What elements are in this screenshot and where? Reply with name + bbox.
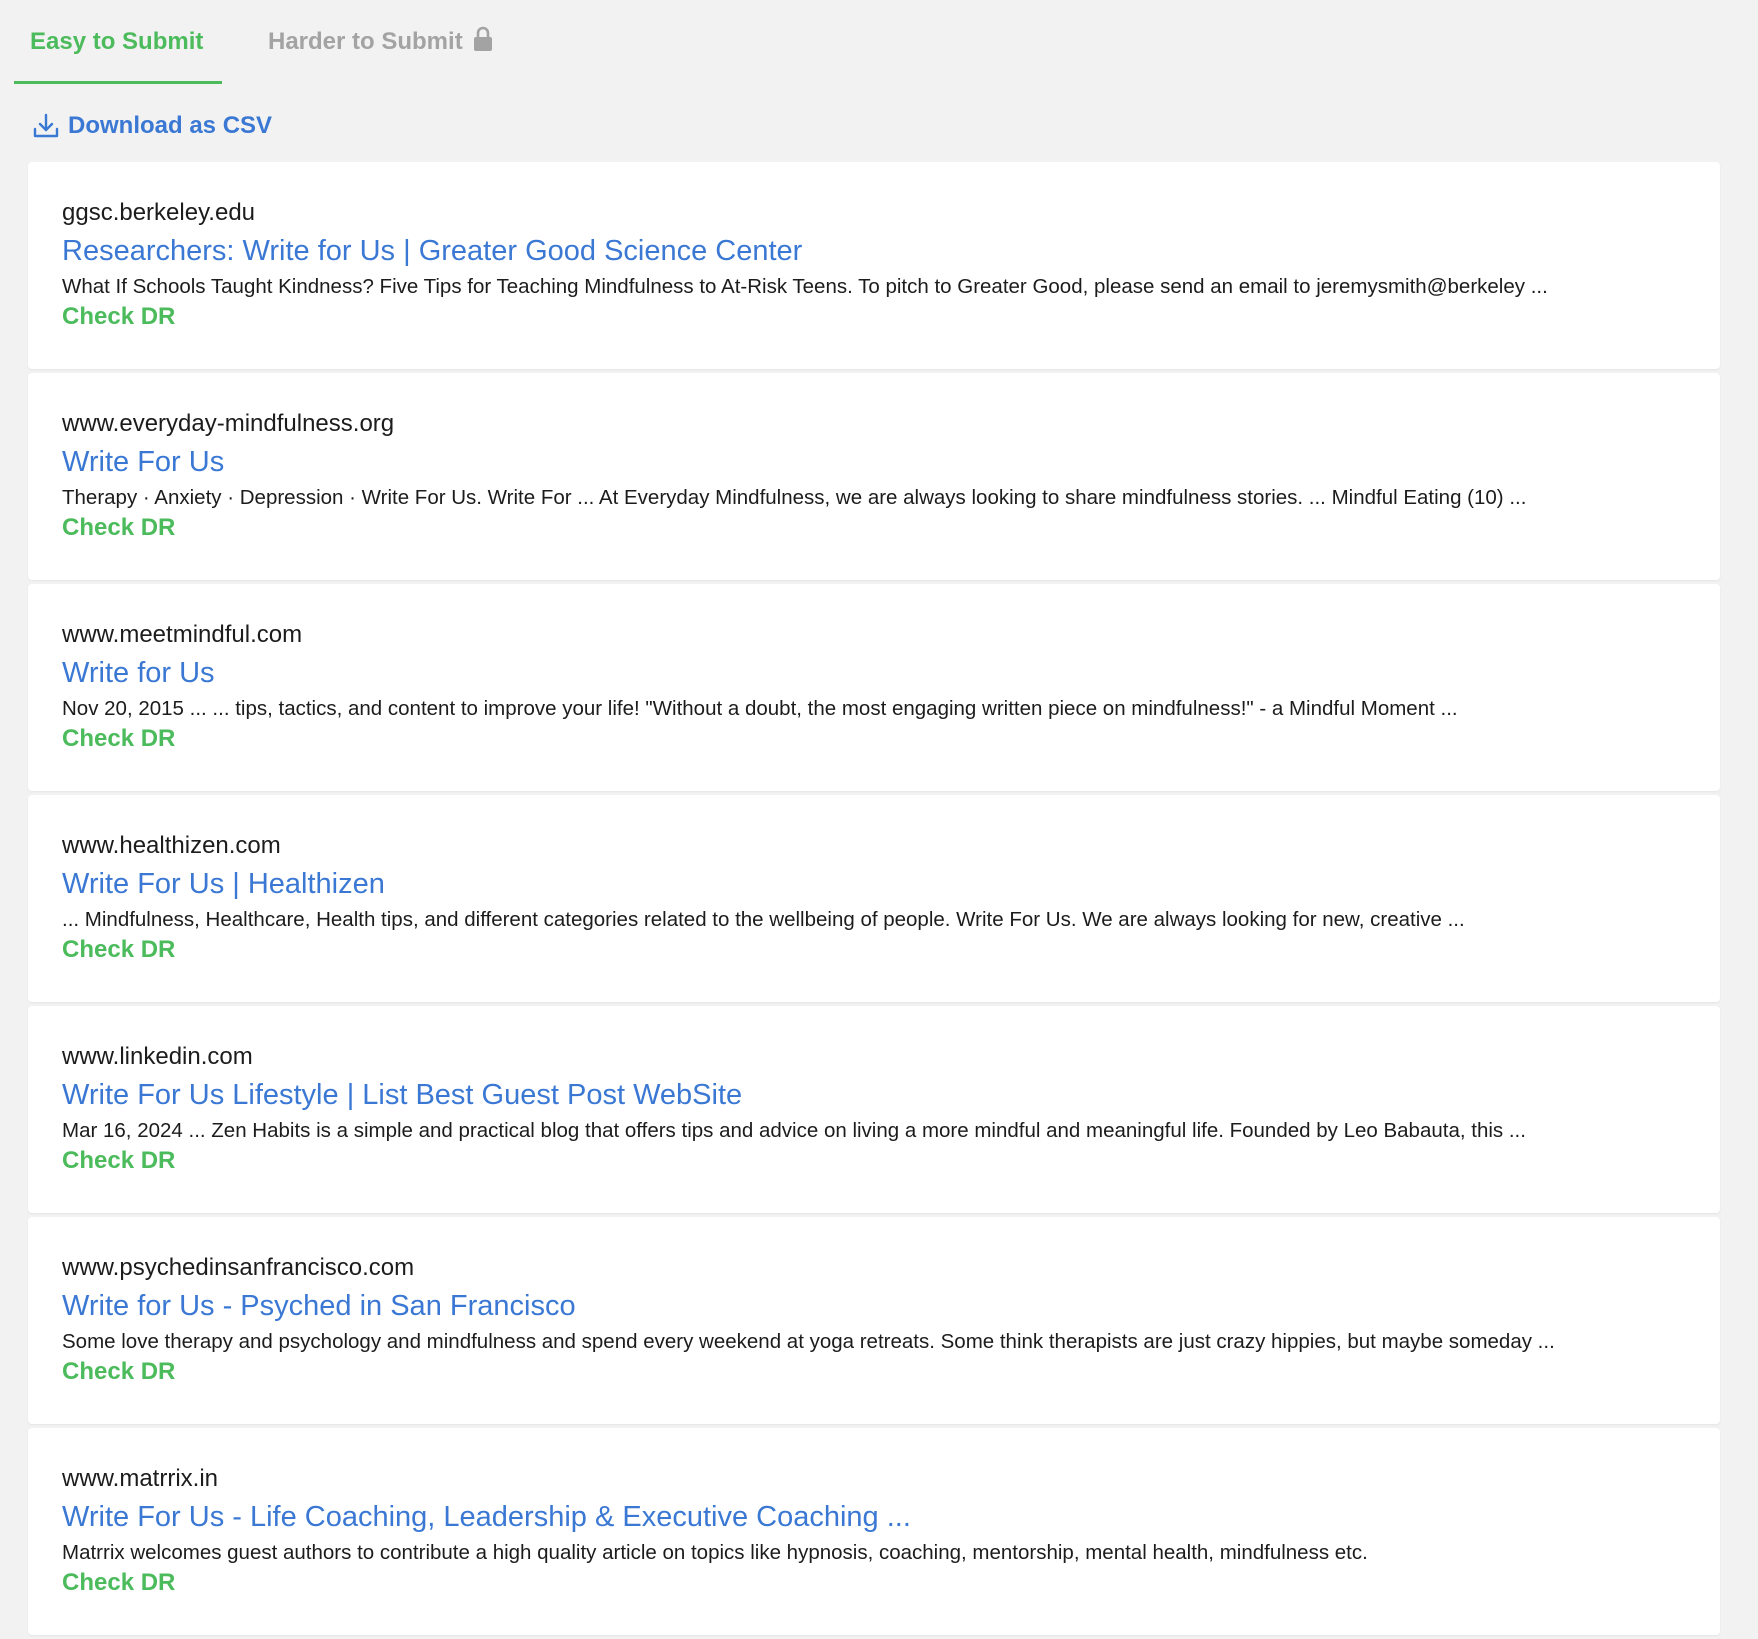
results-list: ggsc.berkeley.edu Researchers: Write for… — [28, 162, 1720, 1639]
result-domain: www.healthizen.com — [62, 832, 281, 859]
check-dr-link[interactable]: Check DR — [62, 302, 175, 332]
check-dr-link[interactable]: Check DR — [62, 1357, 175, 1387]
tab-harder-to-submit-label: Harder to Submit — [268, 28, 463, 55]
result-domain: www.psychedinsanfrancisco.com — [62, 1254, 415, 1281]
check-dr-link[interactable]: Check DR — [62, 513, 175, 543]
check-dr-link[interactable]: Check DR — [62, 935, 175, 965]
result-card: www.linkedin.com Write For Us Lifestyle … — [28, 1006, 1720, 1213]
result-title-link[interactable]: Researchers: Write for Us | Greater Good… — [62, 232, 1686, 270]
result-title-link[interactable]: Write For Us | Healthizen — [62, 865, 1686, 903]
check-dr-link[interactable]: Check DR — [62, 1146, 175, 1176]
result-domain: ggsc.berkeley.edu — [62, 199, 256, 226]
result-title-link[interactable]: Write For Us - Life Coaching, Leadership… — [62, 1498, 1686, 1536]
result-domain: www.everyday-mindfulness.org — [62, 410, 395, 437]
result-snippet: ... Mindfulness, Healthcare, Health tips… — [62, 908, 1465, 931]
result-card: www.matrrix.in Write For Us - Life Coach… — [28, 1428, 1720, 1635]
result-title-link[interactable]: Write For Us — [62, 443, 1686, 481]
result-snippet: Some love therapy and psychology and min… — [62, 1330, 1555, 1353]
result-card: www.meetmindful.com Write for Us Nov 20,… — [28, 584, 1720, 791]
result-domain: www.linkedin.com — [62, 1043, 253, 1070]
tab-easy-to-submit[interactable]: Easy to Submit — [14, 0, 222, 84]
tab-harder-to-submit[interactable]: Harder to Submit — [252, 0, 509, 84]
result-snippet: What If Schools Taught Kindness? Five Ti… — [62, 275, 1548, 298]
lock-icon — [473, 26, 492, 51]
result-snippet: Mar 16, 2024 ... Zen Habits is a simple … — [62, 1119, 1526, 1142]
result-card: www.everyday-mindfulness.org Write For U… — [28, 373, 1720, 580]
result-title-link[interactable]: Write for Us — [62, 654, 1686, 692]
result-snippet: Therapy · Anxiety · Depression · Write F… — [62, 486, 1527, 509]
check-dr-link[interactable]: Check DR — [62, 1568, 175, 1598]
tab-easy-to-submit-label: Easy to Submit — [30, 28, 204, 55]
result-snippet: Nov 20, 2015 ... ... tips, tactics, and … — [62, 697, 1458, 720]
result-domain: www.meetmindful.com — [62, 621, 303, 648]
download-csv-label: Download as CSV — [68, 112, 273, 139]
submit-tabs: Easy to Submit Harder to Submit — [14, 0, 509, 84]
result-title-link[interactable]: Write For Us Lifestyle | List Best Guest… — [62, 1076, 1686, 1114]
result-card: www.psychedinsanfrancisco.com Write for … — [28, 1217, 1720, 1424]
result-card: www.healthizen.com Write For Us | Health… — [28, 795, 1720, 1002]
download-csv-button[interactable]: Download as CSV — [32, 112, 272, 140]
result-domain: www.matrrix.in — [62, 1465, 219, 1492]
result-snippet: Matrrix welcomes guest authors to contri… — [62, 1541, 1368, 1564]
result-card: ggsc.berkeley.edu Researchers: Write for… — [28, 162, 1720, 369]
download-icon — [33, 113, 59, 138]
result-title-link[interactable]: Write for Us - Psyched in San Francisco — [62, 1287, 1686, 1325]
check-dr-link[interactable]: Check DR — [62, 724, 175, 754]
